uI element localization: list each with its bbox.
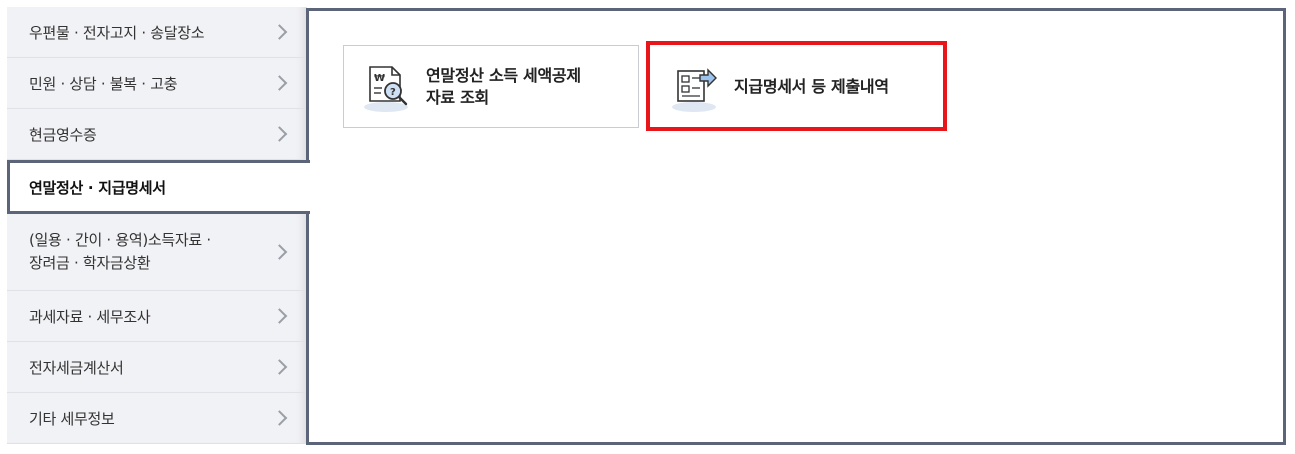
svg-text:?: ? [390, 87, 396, 98]
sidebar-item-tax-audit[interactable]: 과세자료 · 세무조사 [7, 291, 307, 342]
sidebar-item-label: 과세자료 · 세무조사 [29, 307, 151, 326]
chevron-right-icon [271, 359, 288, 375]
sidebar-item-label: 전자세금계산서 [29, 358, 124, 377]
sidebar-item-mail[interactable]: 우편물 · 전자고지 · 송달장소 [7, 7, 307, 58]
chevron-right-icon [271, 410, 288, 426]
chevron-right-icon [271, 24, 288, 40]
card-title: 연말정산 소득 세액공제 자료 조회 [426, 65, 581, 109]
sidebar-item-year-end-settlement[interactable]: 연말정산 · 지급명세서 [7, 160, 310, 214]
sidebar-item-label: 우편물 · 전자고지 · 송달장소 [29, 23, 205, 42]
chevron-right-icon [271, 75, 288, 91]
card-title: 지급명세서 등 제출내역 [734, 76, 889, 98]
content-panel: ₩ ? 연말정산 소득 세액공제 자료 조회 지급명세서 등 제출내역 [306, 8, 1286, 445]
chevron-right-icon [271, 244, 288, 260]
card-payment-statement-history[interactable]: 지급명세서 등 제출내역 [651, 45, 941, 128]
sidebar-item-label: (일용 · 간이 · 용역)소득자료 · 장려금 · 학자금상환 [29, 229, 211, 275]
sidebar-item-e-tax-invoice[interactable]: 전자세금계산서 [7, 342, 307, 393]
card-deduction-data-lookup[interactable]: ₩ ? 연말정산 소득 세액공제 자료 조회 [343, 45, 639, 128]
svg-text:₩: ₩ [374, 73, 385, 84]
sidebar-item-label: 현금영수증 [29, 125, 97, 144]
sidebar-item-civil-complaints[interactable]: 민원 · 상담 · 불복 · 고충 [7, 58, 307, 109]
won-document-magnifier-icon: ₩ ? [364, 65, 408, 112]
sidebar-item-label: 민원 · 상담 · 불복 · 고충 [29, 74, 178, 93]
sidebar-item-cash-receipt[interactable]: 현금영수증 [7, 109, 307, 160]
sidebar-menu: 우편물 · 전자고지 · 송달장소 민원 · 상담 · 불복 · 고충 현금영수… [7, 7, 310, 444]
sidebar-item-other-tax-info[interactable]: 기타 세무정보 [7, 393, 307, 444]
sidebar-item-label: 연말정산 · 지급명세서 [29, 178, 166, 197]
sidebar-item-label: 기타 세무정보 [29, 409, 115, 428]
chevron-right-icon [271, 126, 288, 142]
card-title-line-2: 자료 조회 [426, 87, 489, 107]
chevron-right-icon [271, 308, 288, 324]
sidebar-item-label-line-2: 장려금 · 학자금상환 [29, 254, 151, 272]
card-title-line-1: 연말정산 소득 세액공제 [426, 65, 581, 85]
document-arrow-icon [672, 67, 717, 112]
card-title-line-1: 지급명세서 등 제출내역 [734, 76, 889, 96]
sidebar-item-label-line-1: (일용 · 간이 · 용역)소득자료 · [29, 231, 211, 249]
sidebar-item-income-data[interactable]: (일용 · 간이 · 용역)소득자료 · 장려금 · 학자금상환 [7, 214, 307, 291]
